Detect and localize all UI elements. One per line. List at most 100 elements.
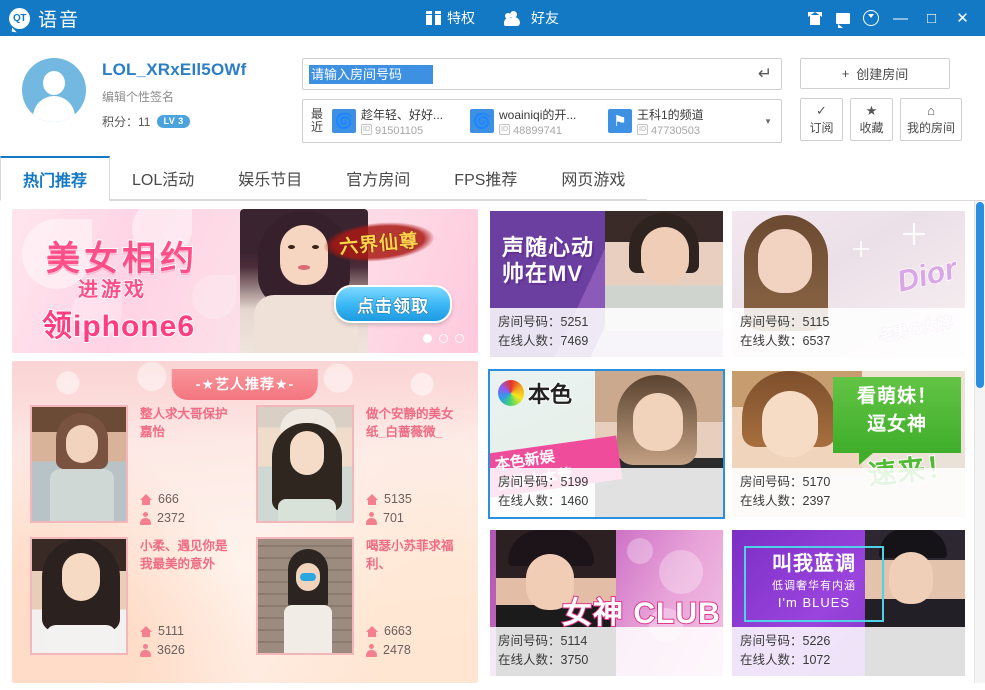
online-count: 在线人数：6537 (740, 334, 831, 348)
artist-stats: 5111 3626 (140, 624, 234, 657)
app-logo: QT 语音 (0, 5, 80, 32)
banner-dot[interactable] (423, 334, 432, 343)
person-icon (140, 644, 151, 657)
scrollbar-track[interactable] (974, 201, 985, 683)
flag-icon: ⚑ (608, 109, 632, 133)
avatar[interactable] (22, 58, 86, 122)
recent-room-item[interactable]: ⚑ 王科1的频道 ID 47730503 (608, 106, 736, 137)
left-column: 美女相约 进游戏 领iphone6 六界仙尊 点击领取 -★艺人推荐★- 整人求… (12, 209, 478, 683)
room-number: 房间号码：5199 (498, 474, 589, 489)
artist-item[interactable]: 喝瑟小苏菲求福利、 6663 2478 (256, 537, 460, 657)
artist-recommend-panel: -★艺人推荐★- 整人求大哥保护嘉怡 666 2372 做个安静的美女纸_白蔷薇… (12, 361, 478, 683)
room-card[interactable]: 叫我蓝调 低调奢华有内涵 I'm BLUES 房间号码：5226 在线人数：10… (730, 528, 967, 678)
banner-cta-button[interactable]: 点击领取 (334, 285, 452, 323)
room-card[interactable]: 本色 本色新娱 女神大本营 房间号码：5199 在线人数：1460 (488, 368, 725, 519)
app-title: 语音 (38, 9, 81, 31)
recent-room-item[interactable]: 🌀 woainiqi的开... ID 48899741 (470, 106, 608, 137)
qt-logo-icon: QT (9, 7, 30, 29)
home-icon: ⌂ (927, 102, 935, 118)
room-headline: 看萌妹！ 逗女神 (833, 376, 961, 465)
room-number: 房间号码：5115 (740, 315, 830, 329)
id-tag: ID (637, 124, 648, 135)
my-room-label: 我的房间 (906, 120, 955, 135)
chevron-down-icon[interactable]: ▾ (759, 116, 777, 127)
close-button[interactable]: ✕ (948, 5, 977, 31)
channel-icon: 🌀 (470, 109, 494, 133)
message-icon[interactable] (830, 5, 856, 31)
recent-room-id-value: 48899741 (513, 124, 562, 137)
artist-panel-title: -★艺人推荐★- (171, 369, 319, 400)
favorites-button[interactable]: ★ 收藏 (850, 98, 893, 141)
points-label: 积分：11 (102, 115, 151, 129)
room-card[interactable]: 声随心动 帅在MV 房间号码：5251 在线人数：7469 (488, 209, 725, 359)
artist-stats: 666 2372 (140, 492, 234, 525)
content-area: 美女相约 进游戏 领iphone6 六界仙尊 点击领取 -★艺人推荐★- 整人求… (0, 201, 985, 683)
artist-room-count: 6663 (384, 624, 412, 638)
header-bar: LOL_XRxEIl5OWf 编辑个性签名 积分：11 LV 3 ↵ 最近 🌀 … (0, 36, 985, 156)
minimize-button[interactable]: — (886, 5, 915, 31)
friends-menu-item[interactable]: 好友 (504, 8, 559, 28)
maximize-button[interactable]: □ (917, 5, 946, 31)
online-count: 在线人数：1072 (740, 653, 831, 668)
search-input[interactable] (309, 64, 433, 84)
shirt-icon[interactable] (802, 5, 828, 31)
user-info: LOL_XRxEIl5OWf 编辑个性签名 积分：11 LV 3 (102, 60, 302, 130)
friends-icon (504, 10, 525, 26)
artist-thumbnail (256, 405, 354, 523)
id-tag: ID (499, 124, 510, 135)
scrollbar-thumb[interactable] (976, 202, 984, 388)
search-column: ↵ 最近 🌀 趁年轻、好好... ID 91501105 🌀 woainiqi的… (302, 58, 782, 143)
level-badge: LV 3 (157, 115, 190, 128)
banner-pagination (423, 334, 464, 343)
subscribe-button[interactable]: ✓ 订阅 (800, 98, 843, 141)
gift-icon (426, 11, 441, 25)
room-card[interactable]: 看萌妹！ 逗女神 速来！ 房间号码：5170 在线人数：2397 (730, 369, 967, 519)
tab-hot-recommend[interactable]: 热门推荐 (0, 156, 111, 201)
tab-official-rooms[interactable]: 官方房间 (324, 156, 433, 200)
artist-name: 喝瑟小苏菲求福利、 (366, 539, 454, 571)
room-info: 房间号码：5114 在线人数：3750 (490, 627, 723, 677)
id-tag: ID (361, 124, 372, 135)
tab-fps-recommend[interactable]: FPS推荐 (432, 156, 540, 200)
category-tabs: 热门推荐 LOL活动 娱乐节目 官方房间 FPS推荐 网页游戏 (0, 156, 985, 201)
tab-entertainment[interactable]: 娱乐节目 (216, 156, 325, 200)
artist-item[interactable]: 整人求大哥保护嘉怡 666 2372 (30, 405, 234, 525)
plus-icon: + (841, 66, 850, 81)
my-room-button[interactable]: ⌂ 我的房间 (900, 98, 962, 141)
tab-lol-events[interactable]: LOL活动 (110, 156, 217, 200)
promo-banner[interactable]: 美女相约 进游戏 领iphone6 六界仙尊 点击领取 (12, 209, 478, 353)
person-icon (366, 512, 377, 525)
room-headline: Dior (893, 251, 961, 299)
home-icon (140, 493, 152, 505)
artist-stats: 5135 701 (366, 492, 460, 525)
banner-dot[interactable] (439, 334, 448, 343)
banner-subtitle-2: 领iphone6 (41, 309, 196, 344)
banner-dot[interactable] (455, 334, 464, 343)
tab-web-games[interactable]: 网页游戏 (539, 156, 648, 200)
online-count: 在线人数：2397 (740, 493, 831, 508)
create-room-button[interactable]: + 创建房间 (800, 58, 950, 89)
username[interactable]: LOL_XRxEIl5OWf (102, 60, 302, 80)
artist-viewer-count: 701 (383, 511, 404, 525)
home-icon (366, 625, 378, 637)
artist-thumbnail (256, 537, 354, 655)
recent-room-item[interactable]: 🌀 趁年轻、好好... ID 91501105 (332, 106, 470, 137)
room-search-box[interactable]: ↵ (302, 58, 782, 90)
recent-label: 最近 (311, 107, 324, 134)
room-headline: 声随心动 帅在MV (502, 235, 595, 286)
room-card[interactable]: 女神 CLUB 房间号码：5114 在线人数：3750 (488, 528, 725, 678)
enter-icon[interactable]: ↵ (751, 60, 779, 88)
clock-icon[interactable] (858, 5, 884, 31)
online-count: 在线人数：3750 (498, 653, 589, 668)
privilege-menu-item[interactable]: 特权 (426, 8, 475, 28)
artist-viewer-count: 2372 (157, 511, 185, 525)
artist-thumbnail (30, 537, 128, 655)
subscribe-label: 订阅 (809, 120, 834, 135)
friends-label: 好友 (531, 10, 559, 26)
artist-viewer-count: 2478 (383, 643, 411, 657)
artist-item[interactable]: 小柔、遇见你是我最美的意外 5111 3626 (30, 537, 234, 657)
room-card[interactable]: Dior 宅男の女神 房间号码：5115 在线人数：6537 (730, 209, 967, 359)
artist-item[interactable]: 做个安静的美女纸_白蔷薇微_ 5135 701 (256, 405, 460, 525)
edit-signature-link[interactable]: 编辑个性签名 (102, 88, 302, 105)
quick-action-buttons: ✓ 订阅 ★ 收藏 ⌂ 我的房间 (800, 98, 962, 141)
